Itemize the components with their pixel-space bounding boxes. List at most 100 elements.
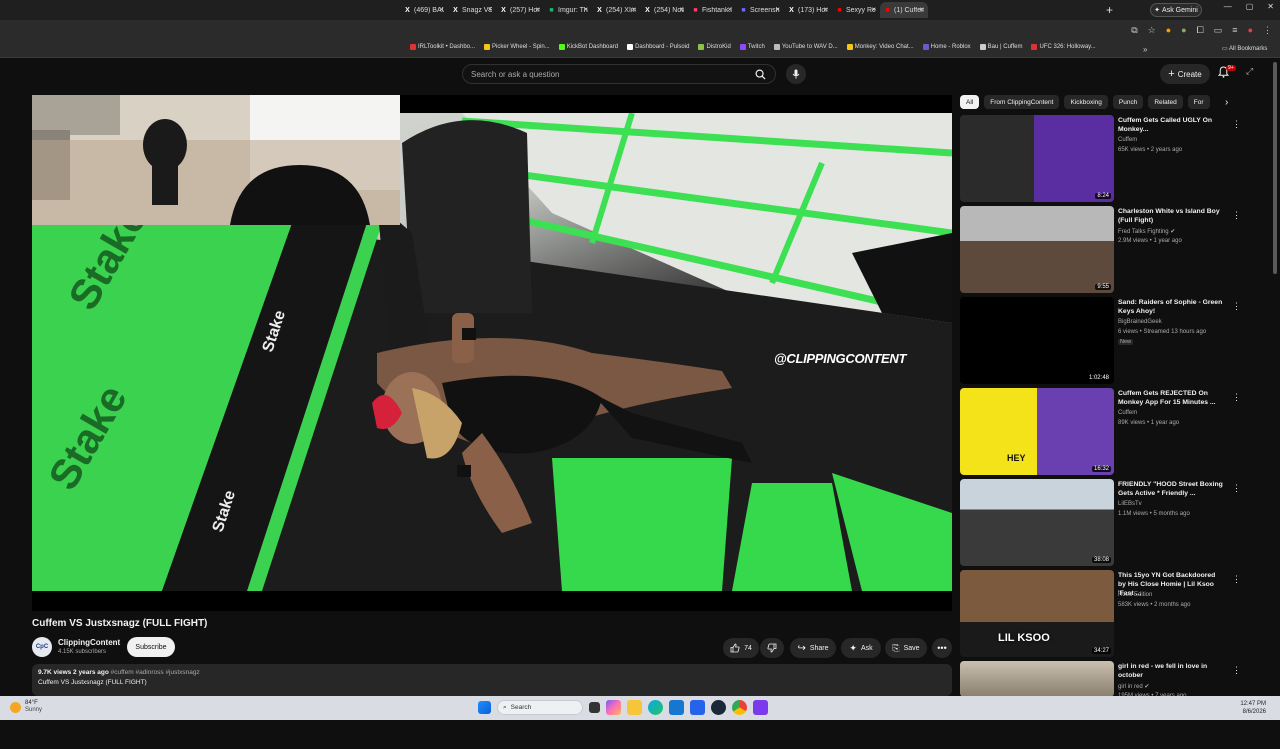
more-actions-button[interactable]: ••• (932, 638, 952, 658)
more-vertical-icon[interactable]: ⋮ (1232, 301, 1241, 312)
recommendation-title[interactable]: Charleston White vs Island Boy (Full Fig… (1118, 207, 1224, 225)
video-thumbnail[interactable]: 38:08 (960, 479, 1114, 566)
page-scrollbar[interactable] (1273, 62, 1277, 274)
more-vertical-icon[interactable]: ⋮ (1232, 119, 1241, 130)
recommendation-channel[interactable]: LilEBsTv (1118, 501, 1142, 507)
search-button[interactable] (745, 65, 775, 83)
weather-widget[interactable]: 84°F Sunny (10, 700, 42, 714)
tab-close-icon[interactable]: × (583, 5, 588, 14)
windows-start-icon[interactable] (478, 701, 491, 714)
recommendation-title[interactable]: Cuffem Gets REJECTED On Monkey App For 1… (1118, 389, 1224, 407)
browser-tab[interactable]: X Snagz VS × (448, 2, 496, 18)
bookmark-item[interactable]: UFC 326: Holloway... (1031, 44, 1096, 50)
bookmarks-more-button[interactable]: » (1143, 45, 1147, 54)
recommendation-item[interactable]: 1:02:48 Sand: Raiders of Sophie - Green K… (960, 297, 1241, 385)
recommendation-title[interactable]: Cuffem Gets Called UGLY On Monkey... (1118, 116, 1224, 134)
video-thumbnail[interactable]: HEY 16:32 (960, 388, 1114, 475)
recommendation-title[interactable]: Sand: Raiders of Sophie - Green Keys Aho… (1118, 298, 1224, 316)
bookmark-item[interactable]: Home - Roblox (922, 44, 971, 50)
more-vertical-icon[interactable]: ⋮ (1232, 392, 1241, 403)
tab-close-icon[interactable]: × (535, 5, 540, 14)
video-thumbnail[interactable]: 1:02:48 (960, 297, 1114, 384)
recommendation-channel[interactable]: girl in red ✔ (1118, 683, 1149, 690)
bookmark-item[interactable]: IRLToolkit • Dashbo... (410, 44, 475, 50)
browser-tab[interactable]: ■Screensho× (736, 2, 784, 18)
save-button[interactable]: ⎘ Save (885, 638, 927, 658)
recommendation-item[interactable]: 9:55 Charleston White vs Island Boy (Full… (960, 206, 1241, 294)
tab-close-icon[interactable]: × (727, 5, 732, 14)
video-player[interactable]: Stake Stake Stake Stake @CLIPPINGCONTENT (32, 95, 952, 611)
more-vertical-icon[interactable]: ⋮ (1232, 483, 1241, 494)
more-vertical-icon[interactable]: ⋮ (1232, 574, 1241, 585)
like-button[interactable]: 74 (723, 638, 759, 658)
system-clock[interactable]: 12:47 PM 8/6/2026 (1240, 700, 1266, 716)
subscribe-button[interactable]: Subscribe (127, 637, 175, 657)
extension-icon[interactable]: ● (1166, 25, 1171, 36)
bookmark-item[interactable]: Picker Wheel - Spin... (484, 44, 550, 50)
recommendation-title[interactable]: FRIENDLY "HOOD Street Boxing Gets Active… (1118, 480, 1224, 498)
voice-search-button[interactable] (786, 64, 806, 84)
profile-avatar[interactable]: ● (1248, 25, 1253, 36)
task-view-icon[interactable] (589, 702, 600, 713)
filter-chip[interactable]: Kickboxing (1064, 95, 1108, 109)
hashtags[interactable]: #cuffem #adinross #justxsnagz (111, 669, 200, 676)
bookmark-item[interactable]: DistroKid (698, 44, 731, 50)
description-box[interactable]: 9.7K views 2 years ago #cuffem #adinross… (32, 664, 952, 696)
channel-name[interactable]: ClippingContent (58, 638, 120, 647)
filter-chip[interactable]: Punch (1112, 95, 1144, 109)
search-input[interactable]: Search or ask a question (471, 70, 560, 79)
sidebar-icon[interactable]: ≡ (1232, 25, 1237, 36)
maximize-icon[interactable]: ▢ (1246, 2, 1254, 11)
video-thumbnail[interactable]: 9:55 (960, 206, 1114, 293)
recommendation-channel[interactable]: BigBrainedGeek (1118, 319, 1162, 325)
filter-chip[interactable]: Related (1148, 95, 1183, 109)
search-box[interactable]: Search or ask a question (462, 64, 776, 84)
extensions-puzzle-icon[interactable]: ⧠ (1197, 25, 1204, 36)
channel-avatar[interactable]: CpC (32, 637, 52, 657)
browser-tab[interactable]: ■ (1) Cuffem × (880, 2, 928, 18)
app-icon[interactable] (753, 700, 768, 715)
recommendation-item[interactable]: 38:08 FRIENDLY "HOOD Street Boxing Gets A… (960, 479, 1241, 567)
bookmark-item[interactable]: KickBot Dashboard (558, 44, 618, 50)
bookmark-item[interactable]: Dashboard - Pulsoid (627, 44, 689, 50)
browser-tab[interactable]: X (257) Hom × (496, 2, 544, 18)
browser-tab[interactable]: ■Imgur: The× (544, 2, 592, 18)
filter-chip[interactable]: From ClippingContent (984, 95, 1060, 109)
store-icon[interactable] (669, 700, 684, 715)
new-tab-button[interactable]: + (1106, 3, 1113, 17)
file-explorer-icon[interactable] (627, 700, 642, 715)
browser-tab[interactable]: X (469) BAU × (400, 2, 448, 18)
all-bookmarks-button[interactable]: ▭ All Bookmarks (1222, 45, 1267, 52)
recommendation-channel[interactable]: Fred Talks Fighting ✔ (1118, 228, 1175, 235)
more-vertical-icon[interactable]: ⋮ (1232, 665, 1241, 676)
bookmark-item[interactable]: Twitch (739, 44, 765, 50)
cast-icon[interactable]: ⧉ (1131, 25, 1137, 36)
recommendation-item[interactable]: 8:24 Cuffem Gets Called UGLY On Monkey...… (960, 115, 1241, 203)
recommendation-channel[interactable]: Hood Edition (1118, 592, 1152, 598)
browser-tab[interactable]: ■ Fishtank.l × (688, 2, 736, 18)
video-thumbnail[interactable]: 8:24 (960, 115, 1114, 202)
chips-next-chevron-icon[interactable]: › (1225, 97, 1228, 108)
recommendation-channel[interactable]: Cuffem (1118, 137, 1137, 143)
tab-close-icon[interactable]: × (775, 5, 780, 14)
bookmark-item[interactable]: Monkey: Video Chat... (846, 44, 914, 50)
tab-close-icon[interactable]: × (919, 5, 924, 14)
chrome-icon[interactable] (732, 700, 747, 715)
video-thumbnail[interactable] (960, 661, 1114, 697)
recommendation-item[interactable]: HEY 16:32 Cuffem Gets REJECTED On Monkey A… (960, 388, 1241, 476)
tab-close-icon[interactable]: × (439, 5, 444, 14)
share-button[interactable]: ↪ Share (790, 638, 836, 658)
bookmark-star-icon[interactable]: ☆ (1148, 25, 1156, 36)
browser-tab[interactable]: X (173) Hom × (784, 2, 832, 18)
tab-close-icon[interactable]: × (679, 5, 684, 14)
mail-icon[interactable] (690, 700, 705, 715)
tab-close-icon[interactable]: × (631, 5, 636, 14)
tab-close-icon[interactable]: × (487, 5, 492, 14)
close-window-icon[interactable]: ✕ (1267, 2, 1274, 11)
tab-close-icon[interactable]: × (871, 5, 876, 14)
dislike-button[interactable] (760, 638, 784, 658)
recommendation-title[interactable]: girl in red - we fell in love in october (1118, 662, 1224, 680)
filter-chip[interactable]: All (960, 95, 980, 109)
video-thumbnail[interactable]: LIL KSOO 34:27 (960, 570, 1114, 657)
minimize-icon[interactable]: — (1224, 2, 1232, 11)
